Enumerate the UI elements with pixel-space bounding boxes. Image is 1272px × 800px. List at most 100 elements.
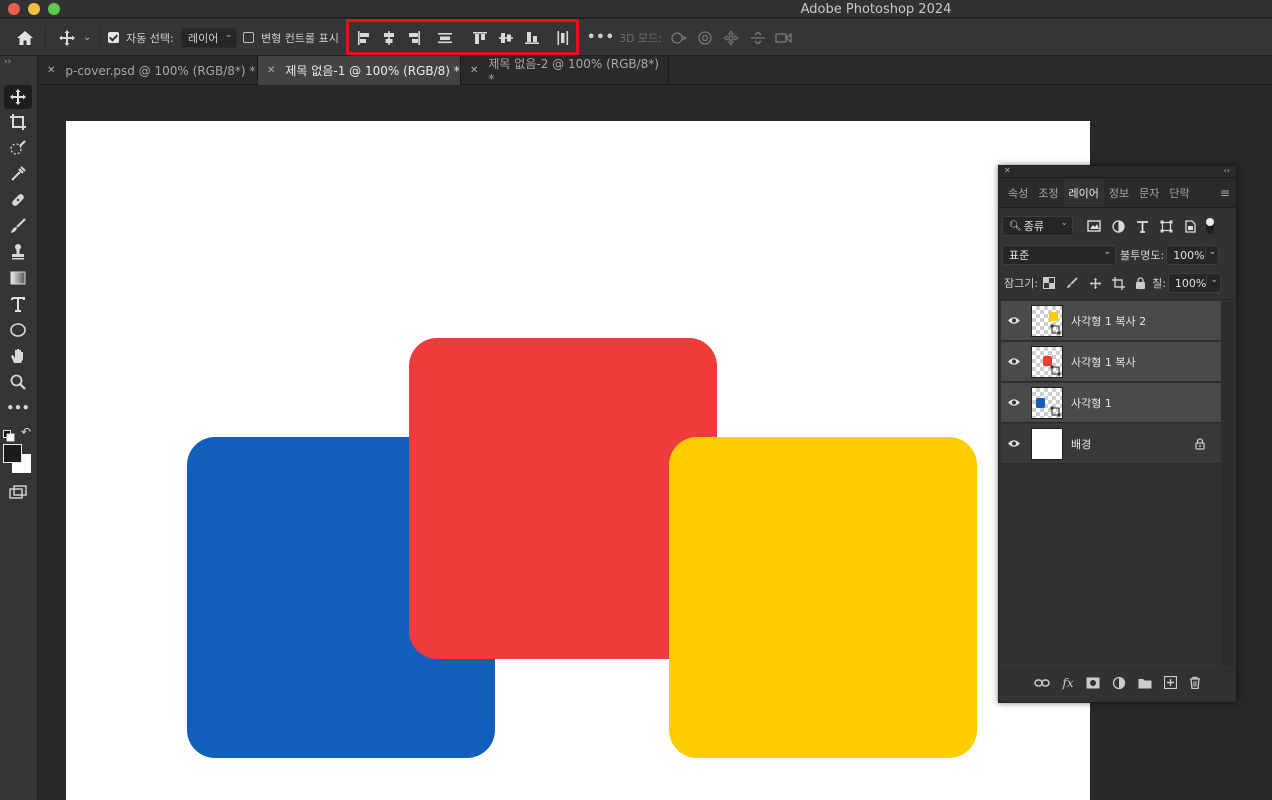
tab-p-cover[interactable]: ✕ p-cover.psd @ 100% (RGB/8*) * [38,56,258,85]
close-tab-icon[interactable]: ✕ [267,65,275,76]
shape-layer-icon [1050,406,1061,416]
trash-icon[interactable] [1189,676,1201,689]
link-layers-icon[interactable] [1034,678,1051,688]
chevron-down-icon[interactable]: ⌄ [1204,247,1216,257]
collapse-panel-icon[interactable]: ‹‹ [1224,166,1230,175]
tab-label: p-cover.psd @ 100% (RGB/8*) * [65,63,256,78]
close-tab-icon[interactable]: ✕ [47,65,55,76]
tab-label: 제목 없음-1 @ 100% (RGB/8) * [285,64,460,78]
close-tab-icon[interactable]: ✕ [470,65,478,76]
lock-all-icon[interactable] [1135,277,1146,289]
visibility-toggle[interactable] [1001,316,1027,325]
visibility-toggle[interactable] [1001,439,1027,448]
new-layer-icon[interactable] [1163,676,1177,689]
filter-toggle[interactable] [1206,218,1214,234]
layers-panel-footer: fx [999,670,1236,694]
tab-layers[interactable]: 레이어 [1063,179,1104,207]
brush-icon [11,218,26,233]
tab-adjustments[interactable]: 조정 [1033,179,1063,207]
yellow-rectangle-shape[interactable] [669,437,977,758]
filter-kind-dropdown[interactable]: 🔍︎ 종류 ⌄ [1002,216,1073,236]
document-canvas[interactable] [66,121,1090,800]
opacity-input[interactable]: 100% ⌄ [1166,245,1220,265]
quick-selection-tool[interactable] [4,136,32,160]
chevron-down-icon[interactable]: ⌄ [1206,275,1218,285]
folder-icon[interactable] [1138,677,1152,689]
layer-row[interactable]: 사각형 1 복사 [1001,342,1221,382]
crop-tool[interactable] [4,110,32,134]
auto-select-checkbox[interactable]: 자동 선택: [108,19,174,56]
tab-untitled-1[interactable]: ✕ 제목 없음-1 @ 100% (RGB/8) * [258,56,461,85]
3d-drag-button[interactable] [723,19,739,56]
fill-input[interactable]: 100% ⌄ [1167,273,1221,293]
close-panel-icon[interactable]: ✕ [1004,166,1011,175]
pixel-filter-icon[interactable] [1087,220,1101,232]
3d-mode-label: 3D 모드: [619,31,662,45]
filter-kind-label: 종류 [1023,220,1044,233]
more-options-button[interactable]: ••• [587,19,615,56]
chevron-down-icon: ⌄ [1060,218,1068,228]
adjustment-layer-icon[interactable] [1112,676,1126,690]
hand-icon [11,349,23,363]
type-filter-icon[interactable] [1136,220,1149,233]
zoom-tool[interactable] [4,370,32,394]
move-tool[interactable] [4,85,32,109]
opacity-value: 100% [1173,248,1205,262]
layer-thumbnail [1031,427,1063,460]
ellipse-tool[interactable] [4,318,32,342]
align-buttons-highlight [346,19,579,55]
more-tools-button[interactable]: ••• [4,396,32,420]
collapse-panel-icon[interactable]: ›› [4,57,11,67]
3d-slide-button[interactable] [749,19,767,56]
tab-paragraph[interactable]: 단락 [1164,179,1194,207]
layer-row[interactable]: 배경 [1001,424,1221,464]
brush-tool[interactable] [4,214,32,238]
layer-name: 사각형 1 복사 [1071,355,1136,369]
panel-menu-icon[interactable]: ≡ [1220,186,1230,200]
home-button[interactable] [16,19,34,56]
lock-position-icon[interactable] [1089,277,1102,290]
3d-scale-button[interactable] [775,19,793,56]
checkbox-unchecked-icon [243,32,254,43]
layer-thumbnail [1031,304,1063,337]
tools-panel: ›› ••• ↶ [0,56,38,800]
auto-select-label: 자동 선택: [126,31,174,45]
blend-mode-dropdown[interactable]: 표준 ⌄ [1002,245,1116,265]
tab-character[interactable]: 문자 [1134,179,1164,207]
layer-row[interactable]: 사각형 1 복사 2 [1001,301,1221,341]
shape-filter-icon[interactable] [1160,220,1173,233]
layer-row[interactable]: 사각형 1 [1001,383,1221,423]
adjustment-filter-icon[interactable] [1112,219,1125,233]
lock-transparent-pixels-icon[interactable] [1043,277,1056,289]
move-tool-preset-button[interactable]: ⌄ [58,19,91,56]
tab-untitled-2[interactable]: ✕ 제목 없음-2 @ 100% (RGB/8*) * [461,56,669,86]
tab-properties[interactable]: 속성 [1003,179,1033,207]
shape-layer-icon [1050,324,1061,334]
visibility-toggle[interactable] [1001,357,1027,366]
visibility-toggle[interactable] [1001,398,1027,407]
type-tool[interactable] [4,292,32,316]
swap-colors-icon[interactable]: ↶ [21,425,31,439]
lock-artboard-icon[interactable] [1112,276,1126,290]
add-mask-icon[interactable] [1086,677,1100,689]
healing-brush-tool[interactable] [4,188,32,212]
document-tab-bar: ✕ p-cover.psd @ 100% (RGB/8*) * ✕ 제목 없음-… [38,56,1272,86]
smart-object-filter-icon[interactable] [1184,219,1196,233]
fx-icon[interactable]: fx [1062,676,1073,690]
crop-icon [10,114,26,130]
3d-rotate-button[interactable] [670,19,688,56]
auto-select-dropdown[interactable]: 레이어 ⌄ [181,27,238,48]
foreground-color-swatch[interactable] [3,444,22,463]
eyedropper-tool[interactable] [4,162,32,186]
layers-scrollbar[interactable] [1221,302,1235,666]
3d-roll-button[interactable] [697,19,713,56]
blend-mode-value: 표준 [1009,249,1030,262]
lock-image-pixels-icon[interactable] [1066,277,1078,289]
clone-stamp-tool[interactable] [4,240,32,264]
eye-icon [1008,440,1020,447]
gradient-tool[interactable] [4,266,32,290]
hand-tool[interactable] [4,344,32,368]
screen-mode-button[interactable] [4,480,32,504]
show-transform-controls-checkbox[interactable]: 변형 컨트롤 표시 [243,19,339,56]
tab-info[interactable]: 정보 [1104,179,1134,207]
